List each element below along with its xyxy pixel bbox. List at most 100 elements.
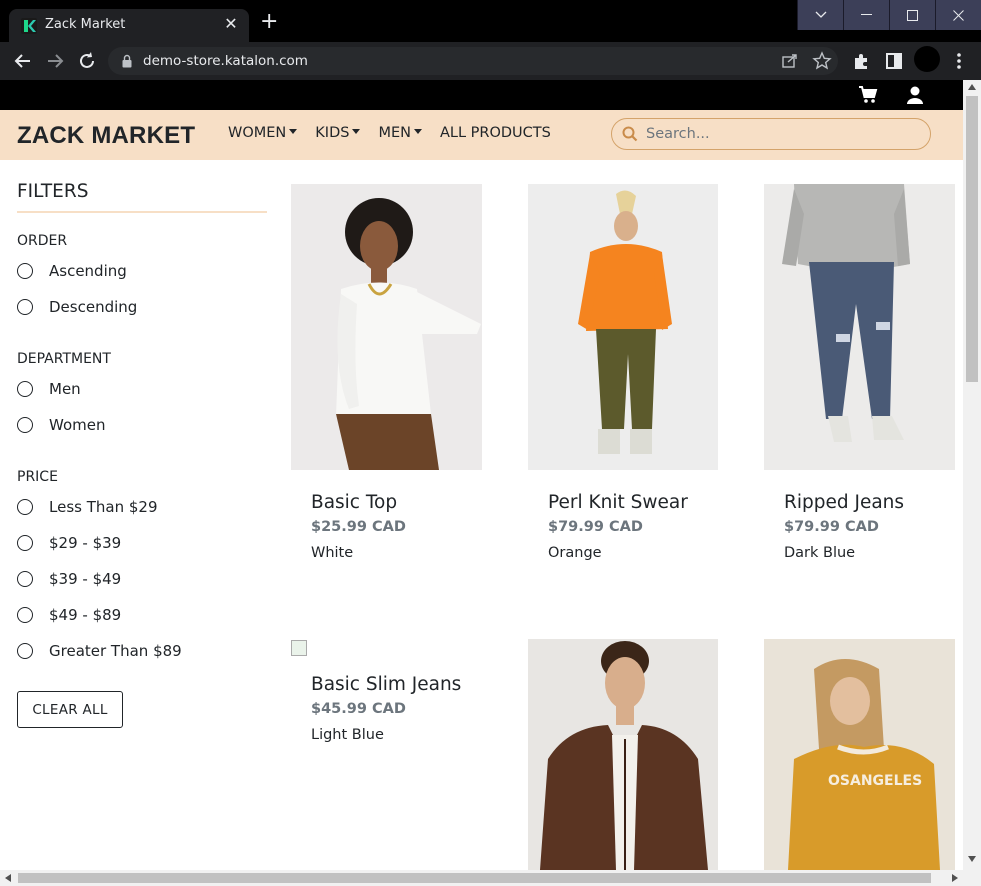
site-logo[interactable]: ZACK MARKET bbox=[17, 122, 195, 150]
cart-icon[interactable] bbox=[858, 85, 878, 105]
filter-option-price-29-39[interactable]: $29 - $39 bbox=[17, 525, 267, 561]
address-bar[interactable]: demo-store.katalon.com bbox=[108, 47, 838, 75]
back-icon[interactable] bbox=[12, 50, 34, 72]
product-image[interactable] bbox=[764, 184, 955, 470]
filter-option-label: $29 - $39 bbox=[49, 534, 122, 552]
clear-all-button[interactable]: CLEAR ALL bbox=[17, 691, 123, 728]
filter-option-price-39-49[interactable]: $39 - $49 bbox=[17, 561, 267, 597]
filter-option-label: Greater Than $89 bbox=[49, 642, 182, 660]
filters-title: FILTERS bbox=[17, 180, 267, 213]
product-card[interactable] bbox=[528, 639, 718, 870]
horizontal-scroll-thumb[interactable] bbox=[18, 873, 931, 883]
product-card[interactable]: OSANGELES bbox=[764, 639, 955, 870]
product-card[interactable]: Ripped Jeans $79.99 CAD Dark Blue bbox=[764, 184, 955, 561]
browser-tab[interactable]: Zack Market ✕ bbox=[9, 9, 249, 42]
extensions-icon[interactable] bbox=[850, 50, 872, 72]
bookmark-star-icon[interactable] bbox=[811, 50, 833, 72]
horizontal-scrollbar[interactable] bbox=[0, 870, 981, 886]
radio-button[interactable] bbox=[17, 499, 33, 515]
nav-women-label: WOMEN bbox=[228, 125, 287, 141]
product-card[interactable]: Basic Top $25.99 CAD White bbox=[291, 184, 482, 561]
radio-button[interactable] bbox=[17, 571, 33, 587]
reload-icon[interactable] bbox=[76, 50, 98, 72]
product-name[interactable]: Perl Knit Swear bbox=[528, 492, 718, 513]
product-name[interactable]: Ripped Jeans bbox=[764, 492, 955, 513]
nav-women[interactable]: WOMEN bbox=[228, 125, 298, 141]
filter-option-label: $39 - $49 bbox=[49, 570, 122, 588]
vertical-scrollbar[interactable] bbox=[963, 80, 981, 870]
share-icon[interactable] bbox=[779, 50, 801, 72]
filter-option-label: Men bbox=[49, 380, 81, 398]
nav-kids-label: KIDS bbox=[315, 125, 350, 141]
filter-option-price-49-89[interactable]: $49 - $89 bbox=[17, 597, 267, 633]
filter-option-price-lt29[interactable]: Less Than $29 bbox=[17, 489, 267, 525]
filter-option-descending[interactable]: Descending bbox=[17, 289, 267, 325]
product-color: White bbox=[311, 545, 354, 561]
site-navbar: ZACK MARKET WOMEN KIDS MEN ALL PRODUCTS bbox=[0, 110, 963, 160]
radio-button[interactable] bbox=[17, 299, 33, 315]
product-image[interactable] bbox=[291, 184, 482, 470]
user-icon[interactable] bbox=[905, 85, 925, 105]
radio-button[interactable] bbox=[17, 417, 33, 433]
side-panel-icon[interactable] bbox=[883, 50, 905, 72]
filter-group-order-title: ORDER bbox=[17, 233, 68, 249]
filter-option-ascending[interactable]: Ascending bbox=[17, 253, 267, 289]
vertical-scroll-thumb[interactable] bbox=[966, 96, 978, 382]
filters-sidebar: FILTERS ORDER Ascending Descending DEPAR… bbox=[17, 180, 267, 728]
svg-text:OSANGELES: OSANGELES bbox=[828, 773, 922, 789]
minimize-icon[interactable] bbox=[843, 0, 889, 30]
top-utility-bar bbox=[0, 80, 963, 110]
nav-kids[interactable]: KIDS bbox=[315, 125, 361, 141]
filter-option-label: $49 - $89 bbox=[49, 606, 122, 624]
tab-strip: Zack Market ✕ + bbox=[0, 0, 981, 42]
lock-icon bbox=[122, 54, 132, 68]
product-image[interactable] bbox=[528, 639, 718, 870]
product-price: $79.99 CAD bbox=[548, 519, 643, 535]
product-image[interactable] bbox=[528, 184, 718, 470]
scroll-down-arrow-icon[interactable] bbox=[968, 856, 976, 862]
filter-option-women[interactable]: Women bbox=[17, 407, 267, 443]
tab-close-icon[interactable]: ✕ bbox=[221, 14, 241, 34]
product-color: Light Blue bbox=[311, 727, 384, 743]
profile-avatar[interactable] bbox=[914, 46, 940, 72]
caret-down-icon bbox=[289, 128, 298, 134]
page-viewport: ZACK MARKET WOMEN KIDS MEN ALL PRODUCTS … bbox=[0, 80, 963, 870]
radio-button[interactable] bbox=[17, 607, 33, 623]
search-box bbox=[611, 118, 931, 150]
nav-men[interactable]: MEN bbox=[378, 125, 422, 141]
product-price: $79.99 CAD bbox=[784, 519, 879, 535]
window-close-icon[interactable] bbox=[935, 0, 981, 30]
katalon-favicon-icon bbox=[21, 18, 37, 34]
window-controls bbox=[797, 0, 981, 30]
search-input[interactable] bbox=[646, 123, 926, 145]
scroll-left-arrow-icon[interactable] bbox=[5, 874, 11, 882]
browser-toolbar: demo-store.katalon.com bbox=[0, 42, 981, 80]
radio-button[interactable] bbox=[17, 381, 33, 397]
filter-group-price-title: PRICE bbox=[17, 469, 58, 485]
product-name[interactable]: Basic Top bbox=[291, 492, 482, 513]
search-icon bbox=[622, 126, 638, 142]
radio-button[interactable] bbox=[17, 643, 33, 659]
nav-all-products[interactable]: ALL PRODUCTS bbox=[440, 125, 551, 141]
product-card[interactable]: Perl Knit Swear $79.99 CAD Orange bbox=[528, 184, 718, 561]
filter-option-price-gt89[interactable]: Greater Than $89 bbox=[17, 633, 267, 669]
filter-option-men[interactable]: Men bbox=[17, 371, 267, 407]
menu-kebab-icon[interactable] bbox=[948, 50, 970, 72]
filter-option-label: Less Than $29 bbox=[49, 498, 158, 516]
tab-title: Zack Market bbox=[45, 17, 126, 32]
forward-icon[interactable] bbox=[44, 50, 66, 72]
radio-button[interactable] bbox=[17, 535, 33, 551]
product-price: $25.99 CAD bbox=[311, 519, 406, 535]
scroll-up-arrow-icon[interactable] bbox=[968, 84, 976, 90]
product-card[interactable]: Basic Slim Jeans $45.99 CAD Light Blue bbox=[291, 640, 482, 743]
product-name[interactable]: Basic Slim Jeans bbox=[291, 674, 482, 695]
product-image[interactable]: OSANGELES bbox=[764, 639, 955, 870]
maximize-icon[interactable] bbox=[889, 0, 935, 30]
tab-search-icon[interactable] bbox=[797, 0, 843, 30]
radio-button[interactable] bbox=[17, 263, 33, 279]
main-nav: WOMEN KIDS MEN ALL PRODUCTS bbox=[228, 125, 551, 141]
new-tab-button[interactable]: + bbox=[260, 11, 278, 33]
broken-image-icon[interactable] bbox=[291, 640, 307, 656]
scroll-right-arrow-icon[interactable] bbox=[952, 874, 958, 882]
filter-option-label: Ascending bbox=[49, 262, 127, 280]
